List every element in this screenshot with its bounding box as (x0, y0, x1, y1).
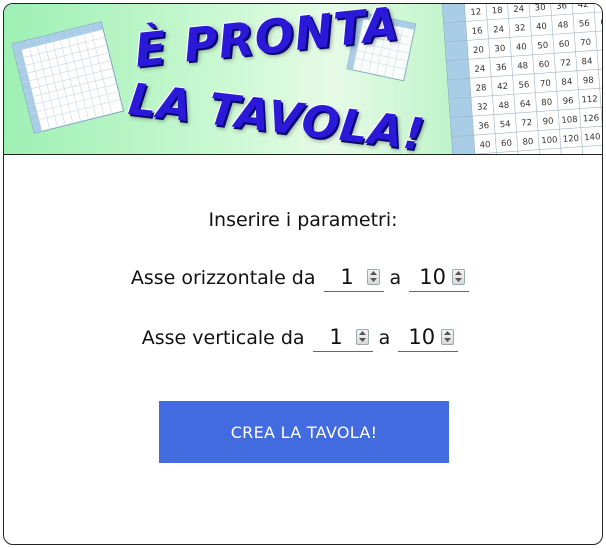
table-cell-number: 50 (537, 41, 548, 52)
table-cell-number: 60 (538, 60, 549, 71)
table-cell-number: 54 (500, 120, 511, 131)
vertical-axis-row: Asse verticale da 1 a 10 (4, 322, 602, 352)
table-cell-number: 48 (517, 61, 528, 72)
table-cell-number: 126 (583, 113, 600, 124)
table-cell-number: 112 (581, 94, 598, 105)
table-cell-number: 70 (540, 79, 551, 90)
table-cell-number: 40 (516, 42, 527, 53)
table-cell-number: 112 (601, 74, 602, 85)
form-heading: Inserire i parametri: (208, 209, 398, 231)
table-cell-number: 100 (541, 135, 558, 146)
table-cell-number: 60 (501, 138, 512, 149)
table-cell-number: 70 (580, 38, 591, 49)
table-cell-number: 18 (492, 6, 503, 17)
vertical-from-spinner-icon[interactable] (355, 328, 369, 345)
table-cell-number: 42 (577, 4, 588, 11)
table-cell-number: 64 (520, 99, 531, 110)
table-cell-number: 80 (541, 98, 552, 109)
table-cell-number: 16 (471, 26, 482, 37)
create-table-button[interactable]: CREA LA TAVOLA! (159, 401, 449, 463)
header-banner: 12 18 24 30 36 42 48 16 24 32 40 48 56 64 20 30 40 50 60 70… (4, 4, 602, 155)
table-cell-number: 48 (599, 4, 602, 9)
table-cell-number: 90 (542, 117, 553, 128)
vertical-from-value[interactable]: 1 (313, 323, 356, 351)
table-cell-number: 120 (562, 134, 579, 145)
table-cell-number: 108 (561, 115, 578, 126)
table-cell-number: 98 (583, 76, 594, 87)
table-cell-number: 42 (497, 82, 508, 93)
app-card: 12 18 24 30 36 42 48 16 24 32 40 48 56 64 20 30 40 50 60 70… (3, 3, 603, 545)
table-cell-number: 30 (534, 4, 545, 14)
vertical-from-input[interactable]: 1 (312, 322, 373, 352)
table-cell-number: 40 (536, 22, 547, 33)
table-cell-number: 40 (479, 140, 490, 151)
horizontal-from-spinner-icon[interactable] (366, 268, 380, 285)
table-cell-number: 72 (560, 58, 571, 69)
table-cell-number: 84 (561, 77, 572, 88)
horizontal-to-value[interactable]: 10 (409, 263, 452, 291)
table-cell-number: 56 (579, 19, 590, 30)
table-cell-number: 12 (470, 7, 481, 18)
multiplication-table-image: 12 18 24 30 36 42 48 16 24 32 40 48 56 64 20 30 40 50 60 70… (441, 4, 602, 154)
table-cell-number: 84 (581, 57, 592, 68)
horizontal-to-label: a (389, 267, 402, 289)
horizontal-from-value[interactable]: 1 (324, 263, 367, 291)
table-cell-number: 140 (584, 132, 601, 143)
table-cell-number: 80 (601, 36, 602, 47)
table-cell-number: 28 (475, 83, 486, 94)
table-cell-number: 80 (522, 137, 533, 148)
horizontal-axis-label: Asse orizzontale da (130, 267, 316, 289)
table-cell-number: 48 (557, 20, 568, 31)
table-cell-number: 64 (600, 17, 602, 28)
table-cell-number: 24 (513, 4, 524, 15)
vertical-to-label: a (378, 327, 391, 349)
vertical-to-spinner-icon[interactable] (441, 328, 455, 345)
table-cell-number: 56 (518, 80, 529, 91)
table-cell-number: 36 (556, 4, 567, 12)
table-cell-number: 32 (477, 102, 488, 113)
table-cell-number: 36 (478, 121, 489, 132)
horizontal-to-spinner-icon[interactable] (452, 268, 466, 285)
table-cell-number: 60 (559, 39, 570, 50)
vertical-to-value[interactable]: 10 (398, 323, 441, 351)
table-cell-number: 24 (493, 25, 504, 36)
table-cell-number: 96 (563, 96, 574, 107)
table-cell-number: 20 (473, 45, 484, 56)
horizontal-axis-row: Asse orizzontale da 1 a 10 (4, 262, 602, 292)
table-cell-number: 72 (521, 118, 532, 129)
table-cell-number: 30 (494, 44, 505, 55)
table-cell-number: 32 (514, 23, 525, 34)
horizontal-to-input[interactable]: 10 (409, 262, 470, 292)
vertical-axis-label: Asse verticale da (141, 327, 305, 349)
table-cell-number: 48 (498, 101, 509, 112)
table-cell-number: 24 (474, 64, 485, 75)
horizontal-from-input[interactable]: 1 (323, 262, 384, 292)
vertical-to-input[interactable]: 10 (398, 322, 459, 352)
table-cell-number: 36 (496, 63, 507, 74)
